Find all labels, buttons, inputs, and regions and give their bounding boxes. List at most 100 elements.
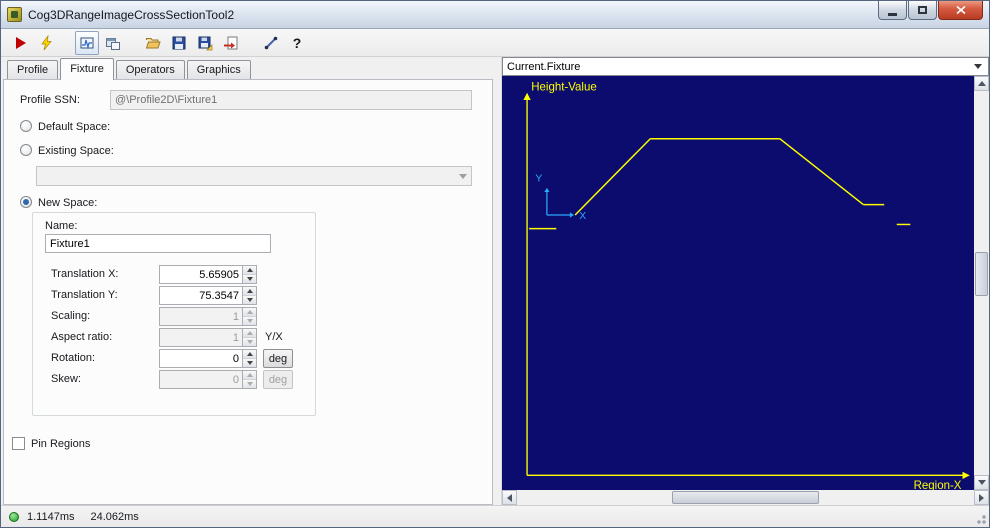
translation-x-spinner xyxy=(242,266,256,283)
spin-down-button[interactable] xyxy=(243,380,256,388)
aspect-ratio-label: Aspect ratio: xyxy=(51,331,113,343)
new-space-radio[interactable] xyxy=(20,196,32,208)
arrow-up-icon xyxy=(246,331,253,335)
rotation-spinner xyxy=(242,350,256,367)
window-title: Cog3DRangeImageCrossSectionTool2 xyxy=(28,7,235,22)
tool-window: Cog3DRangeImageCrossSectionTool2 ? Profi… xyxy=(0,0,990,528)
chevron-down-icon xyxy=(459,173,467,179)
rotation-input[interactable] xyxy=(160,350,242,367)
translation-x-label: Translation X: xyxy=(51,268,119,280)
spin-down-button[interactable] xyxy=(243,338,256,346)
run-icon xyxy=(16,36,26,49)
import-button[interactable] xyxy=(219,31,243,55)
rotation-deg-button[interactable]: deg xyxy=(263,349,293,368)
arrow-down-icon xyxy=(246,361,253,365)
scroll-left-button[interactable] xyxy=(502,490,517,505)
vscroll-track[interactable] xyxy=(974,91,989,475)
rotation-label: Rotation: xyxy=(51,352,96,364)
electric-run-button[interactable] xyxy=(35,31,59,55)
aspect-ratio-field xyxy=(159,328,257,347)
arrow-left-icon xyxy=(507,493,512,502)
tab-profile[interactable]: Profile xyxy=(7,60,59,79)
translation-x-input[interactable] xyxy=(160,266,242,283)
save-icon xyxy=(172,36,186,49)
default-space-radio[interactable] xyxy=(20,120,32,132)
translation-y-input[interactable] xyxy=(160,287,242,304)
spin-up-button[interactable] xyxy=(243,308,256,317)
translation-y-spinner xyxy=(242,287,256,304)
spin-down-button[interactable] xyxy=(243,275,256,283)
spin-down-button[interactable] xyxy=(243,296,256,304)
spin-up-button[interactable] xyxy=(243,287,256,296)
skew-label: Skew: xyxy=(51,373,81,385)
translation-x-field xyxy=(159,265,257,284)
help-button[interactable]: ? xyxy=(285,31,309,55)
result-display-button[interactable] xyxy=(75,30,99,55)
profile-display-canvas[interactable]: Height-Value Region-X Y X xyxy=(502,76,974,490)
chevron-down-icon xyxy=(974,64,982,69)
run-button[interactable] xyxy=(9,31,33,55)
vertical-scrollbar[interactable] xyxy=(974,76,989,490)
skew-field xyxy=(159,370,257,389)
aspect-ratio-input[interactable] xyxy=(160,329,242,346)
float-window-button[interactable] xyxy=(101,31,125,55)
scaling-spinner xyxy=(242,308,256,325)
import-icon xyxy=(224,36,238,49)
measure-icon xyxy=(264,36,278,49)
arrow-up-icon xyxy=(246,373,253,377)
arrow-down-icon xyxy=(246,277,253,281)
y-axis-label: Height-Value xyxy=(531,82,597,94)
arrow-up-icon xyxy=(246,352,253,356)
save-image-button[interactable] xyxy=(193,31,217,55)
arrow-up-icon xyxy=(246,289,253,293)
existing-space-radio[interactable] xyxy=(20,144,32,156)
arrow-down-icon xyxy=(246,319,253,323)
status-run-time: 1.1147ms xyxy=(27,510,75,523)
maximize-button[interactable] xyxy=(908,1,937,20)
profile-ssn-input[interactable] xyxy=(110,90,472,110)
spin-up-button[interactable] xyxy=(243,329,256,338)
arrow-right-icon xyxy=(979,493,984,502)
pin-regions-checkbox[interactable] xyxy=(12,437,25,450)
caption-buttons xyxy=(877,1,983,20)
existing-space-combo[interactable] xyxy=(36,166,472,186)
spin-down-button[interactable] xyxy=(243,317,256,325)
scroll-right-button[interactable] xyxy=(974,490,989,505)
fixture-tab-page: Profile SSN: Default Space: Existing Spa… xyxy=(3,79,493,505)
measure-button[interactable] xyxy=(259,31,283,55)
scroll-down-button[interactable] xyxy=(974,475,989,490)
marker-x-label: X xyxy=(579,211,586,222)
save-button[interactable] xyxy=(167,31,191,55)
horizontal-scrollbar[interactable] xyxy=(502,490,989,505)
spin-down-button[interactable] xyxy=(243,359,256,367)
resize-grip[interactable] xyxy=(974,512,986,524)
minimize-button[interactable] xyxy=(878,1,907,20)
canvas-row: Height-Value Region-X Y X xyxy=(502,76,989,490)
skew-input[interactable] xyxy=(160,371,242,388)
tab-strip: Profile Fixture Operators Graphics xyxy=(1,57,495,80)
spin-up-button[interactable] xyxy=(243,371,256,380)
tab-graphics[interactable]: Graphics xyxy=(186,60,251,79)
scroll-up-button[interactable] xyxy=(974,76,989,91)
close-button[interactable] xyxy=(938,1,983,20)
titlebar[interactable]: Cog3DRangeImageCrossSectionTool2 xyxy=(1,1,989,29)
arrow-up-icon xyxy=(246,310,253,314)
tab-fixture[interactable]: Fixture xyxy=(60,58,114,80)
display-selector[interactable]: Current.Fixture xyxy=(502,57,989,76)
tab-operators[interactable]: Operators xyxy=(115,60,185,79)
vscroll-thumb[interactable] xyxy=(975,252,988,297)
arrow-up-icon xyxy=(246,268,253,272)
hscroll-track[interactable] xyxy=(517,490,974,505)
spin-up-button[interactable] xyxy=(243,350,256,359)
spin-up-button[interactable] xyxy=(243,266,256,275)
skew-spinner xyxy=(242,371,256,388)
display-selector-value: Current.Fixture xyxy=(507,60,581,73)
marker-y-label: Y xyxy=(535,174,542,185)
open-button[interactable] xyxy=(141,31,165,55)
scaling-input[interactable] xyxy=(160,308,242,325)
aspect-ratio-spinner xyxy=(242,329,256,346)
float-window-icon xyxy=(106,37,120,50)
hscroll-thumb[interactable] xyxy=(672,491,819,504)
name-input[interactable] xyxy=(45,234,271,253)
arrow-down-icon xyxy=(246,298,253,302)
